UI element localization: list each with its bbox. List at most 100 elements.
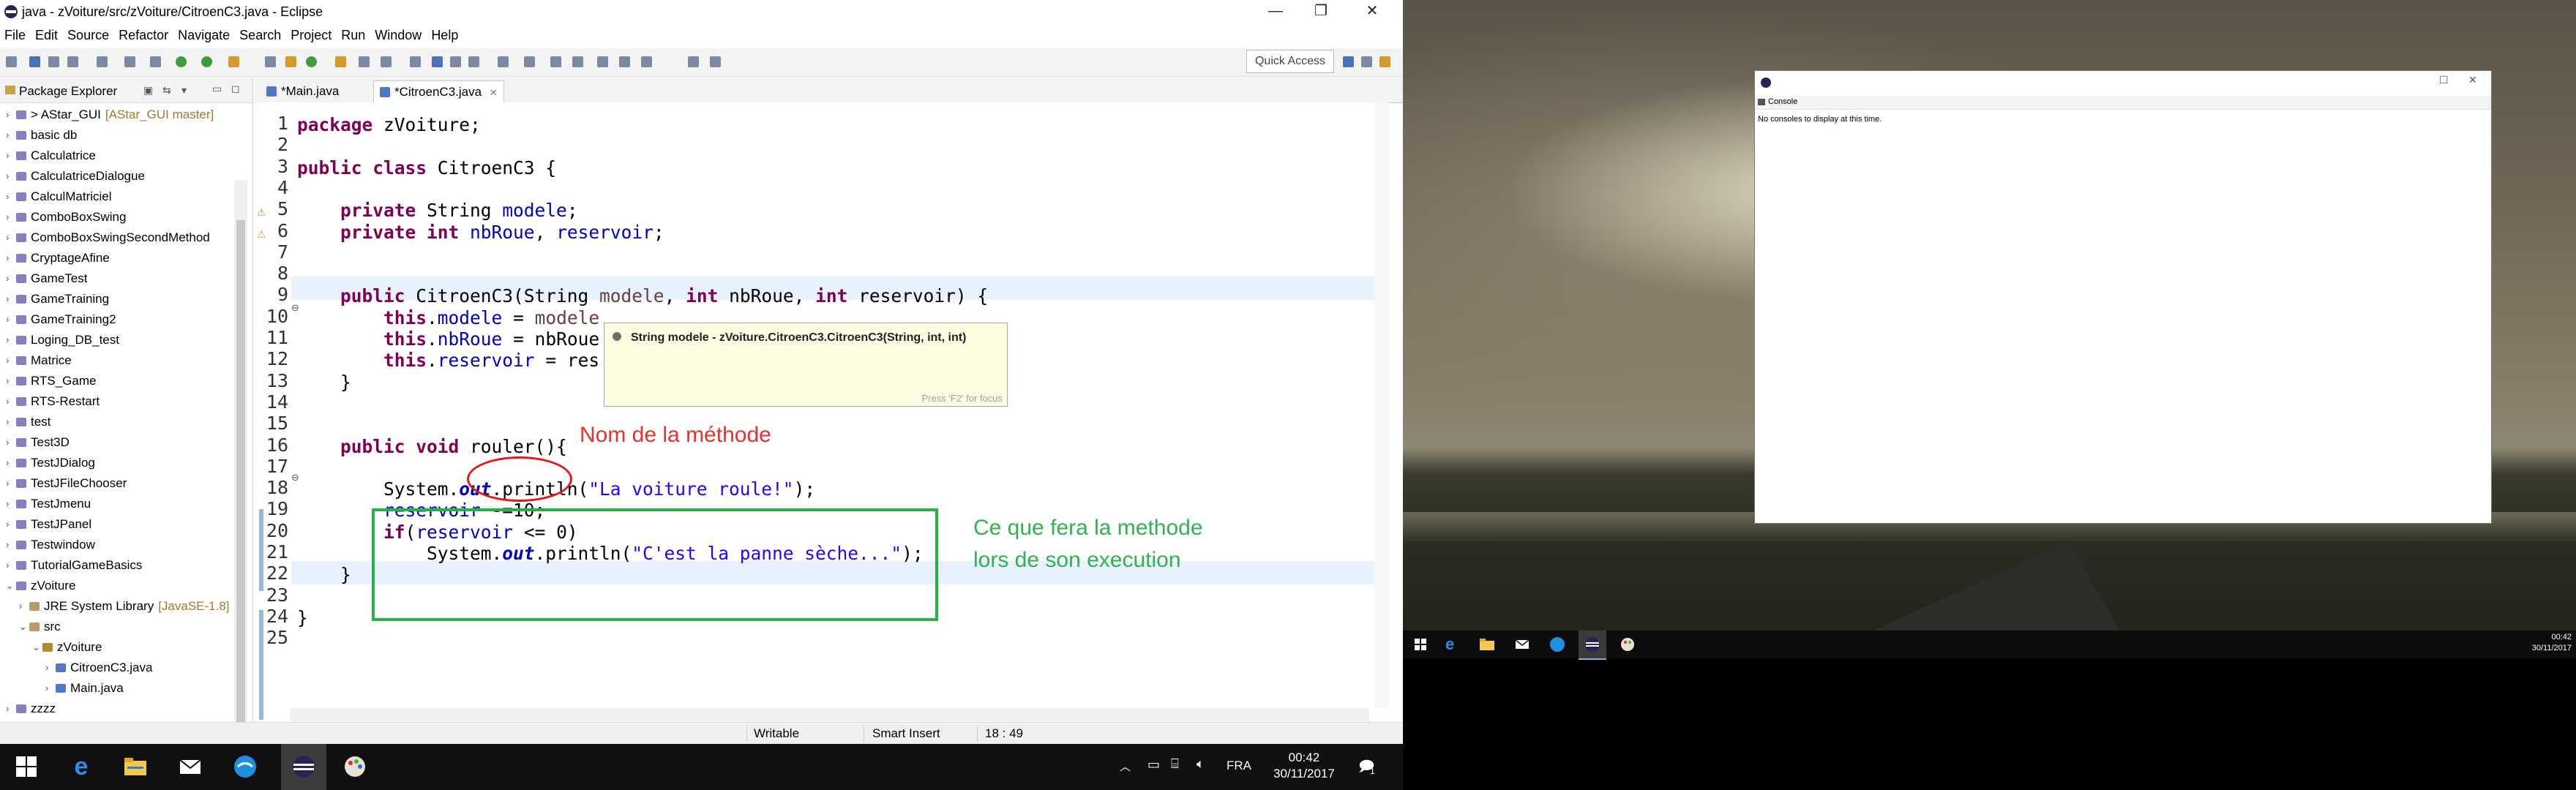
java-perspective-icon[interactable] [1361,56,1372,67]
new-icon[interactable] [6,56,17,67]
chevron-right-icon[interactable]: › [6,494,13,514]
minimize-button[interactable]: — [1254,0,1297,22]
edge-icon[interactable]: e [1445,636,1461,652]
previous-annotation-icon[interactable] [524,56,535,67]
close-tab-icon[interactable]: ✕ [490,87,498,98]
chevron-right-icon[interactable]: › [6,371,13,391]
chevron-right-icon[interactable]: › [6,699,13,719]
open-type-icon[interactable] [335,56,346,67]
console-maximize-button[interactable]: ☐ [2439,74,2449,86]
code-line[interactable]: this.reservoir = res [297,350,599,371]
debug-perspective-icon[interactable] [1379,56,1390,67]
chevron-right-icon[interactable]: › [6,350,13,371]
menu-edit[interactable]: Edit [31,23,63,43]
tab-main-java[interactable]: *Main.java [261,80,345,102]
tree-item[interactable]: › TestJDialog [0,453,234,473]
tree-item[interactable]: › zzzz [0,699,234,719]
history-back-icon[interactable] [688,56,699,67]
clock[interactable]: 00:42 30/11/2017 [2532,632,2572,654]
block-selection-icon[interactable] [450,56,461,67]
tree-item[interactable]: › CitroenC3.java [0,658,234,678]
history-forward-icon[interactable] [710,56,721,67]
tree-item[interactable]: ⌄ zVoiture [0,637,234,658]
save-all-icon[interactable] [48,56,59,67]
tree-item[interactable]: › RTS_Game [0,371,234,391]
toolbar-more-icon[interactable] [641,56,652,67]
console-close-button[interactable]: ✕ [2468,74,2477,86]
tree-item[interactable]: › CalculatriceDialogue [0,166,234,187]
tree-item[interactable]: › TutorialGameBasics [0,555,234,576]
chevron-right-icon[interactable]: › [6,514,13,535]
chevron-right-icon[interactable]: › [6,289,13,309]
chevron-right-icon[interactable]: › [6,473,13,494]
forward-icon[interactable] [597,56,608,67]
code-line[interactable]: this.modele = modele [297,307,599,328]
tree-item[interactable]: › GameTraining2 [0,309,234,330]
tree-item[interactable]: ⌄ src [0,617,234,637]
chevron-right-icon[interactable]: › [6,453,13,473]
maximize-view-icon[interactable]: ◻ [231,83,240,95]
paint-icon[interactable] [342,754,367,779]
package-explorer-scrollbar[interactable] [234,180,247,790]
tree-item[interactable]: › > AStar_GUI [AStar_GUI master] [0,105,234,125]
console-window[interactable]: ☐ ✕ Console No consoles to display at th… [1754,70,2492,524]
app-icon[interactable] [233,754,258,779]
clock[interactable]: 00:42 30/11/2017 [1273,750,1335,782]
tree-item[interactable]: › Testwindow [0,535,234,555]
chevron-right-icon[interactable]: › [19,596,26,617]
toggle-mark-occurrences-icon[interactable] [381,56,392,67]
tree-item[interactable]: › Test3D [0,432,234,453]
tree-item[interactable]: › TestJPanel [0,514,234,535]
menu-help[interactable]: Help [427,23,463,43]
chevron-right-icon[interactable]: › [45,678,53,699]
scrollbar-thumb[interactable] [236,220,245,769]
run-icon[interactable] [176,56,187,67]
tree-item[interactable]: ⌄ zVoiture [0,576,234,596]
chevron-right-icon[interactable]: › [6,146,13,166]
code-line[interactable]: private String modele; [297,200,578,221]
warning-icon[interactable]: ⚠ [257,228,266,241]
show-hidden-icons-icon[interactable]: ︿ [1120,759,1131,774]
warning-icon[interactable]: ⚠ [257,206,266,219]
tree-item[interactable]: › Main.java [0,678,234,699]
tree-item[interactable]: › JRE System Library [JavaSE-1.8] [0,596,234,617]
tree-item[interactable]: › Calculatrice [0,146,234,166]
chevron-right-icon[interactable]: › [6,555,13,576]
maximize-button[interactable]: ❐ [1300,0,1342,22]
editor-horizontal-scrollbar[interactable] [290,708,1369,721]
chevron-down-icon[interactable]: ⌄ [32,637,40,658]
toggle-breadcrumb-icon[interactable] [432,56,443,67]
new-java-project-icon[interactable] [265,56,276,67]
network-icon[interactable]: ⌸ [1171,756,1179,772]
search-icon[interactable] [359,56,370,67]
code-line[interactable]: public CitroenC3(String modele, int nbRo… [297,285,988,306]
windows-start-icon[interactable] [1415,639,1426,650]
menu-source[interactable]: Source [63,23,114,43]
code-line[interactable]: package zVoiture; [297,114,481,135]
tree-item[interactable]: › CryptageAfine [0,248,234,268]
close-button[interactable]: ✕ [1351,0,1393,22]
print-icon[interactable] [67,56,78,67]
new-package-icon[interactable] [285,56,296,67]
taskbar-eclipse-active[interactable] [281,744,326,790]
tree-item[interactable]: › RTS-Restart [0,391,234,412]
last-edit-location-icon[interactable] [550,56,561,67]
chevron-right-icon[interactable]: › [6,535,13,555]
chevron-right-icon[interactable]: › [6,227,13,248]
tree-item[interactable]: › CalculMatriciel [0,187,234,207]
annotation-next-icon[interactable] [410,56,421,67]
chevron-right-icon[interactable]: › [6,166,13,187]
chevron-right-icon[interactable]: › [6,248,13,268]
quick-access-input[interactable]: Quick Access [1246,50,1334,73]
chevron-right-icon[interactable]: › [6,125,13,146]
menu-refactor[interactable]: Refactor [114,23,173,43]
menu-file[interactable]: File [0,23,31,43]
view-menu-icon[interactable]: ▾ [181,84,187,97]
fold-toggle-icon[interactable]: ⊖ [291,302,299,314]
tree-item[interactable]: › Matrice [0,350,234,371]
tree-item[interactable]: › ComboBoxSwing [0,207,234,227]
code-line[interactable]: } [297,372,351,393]
code-line[interactable]: } [297,564,351,585]
code-line[interactable]: private int nbRoue, reservoir; [297,222,664,243]
tree-item[interactable]: › TestJmenu [0,494,234,514]
